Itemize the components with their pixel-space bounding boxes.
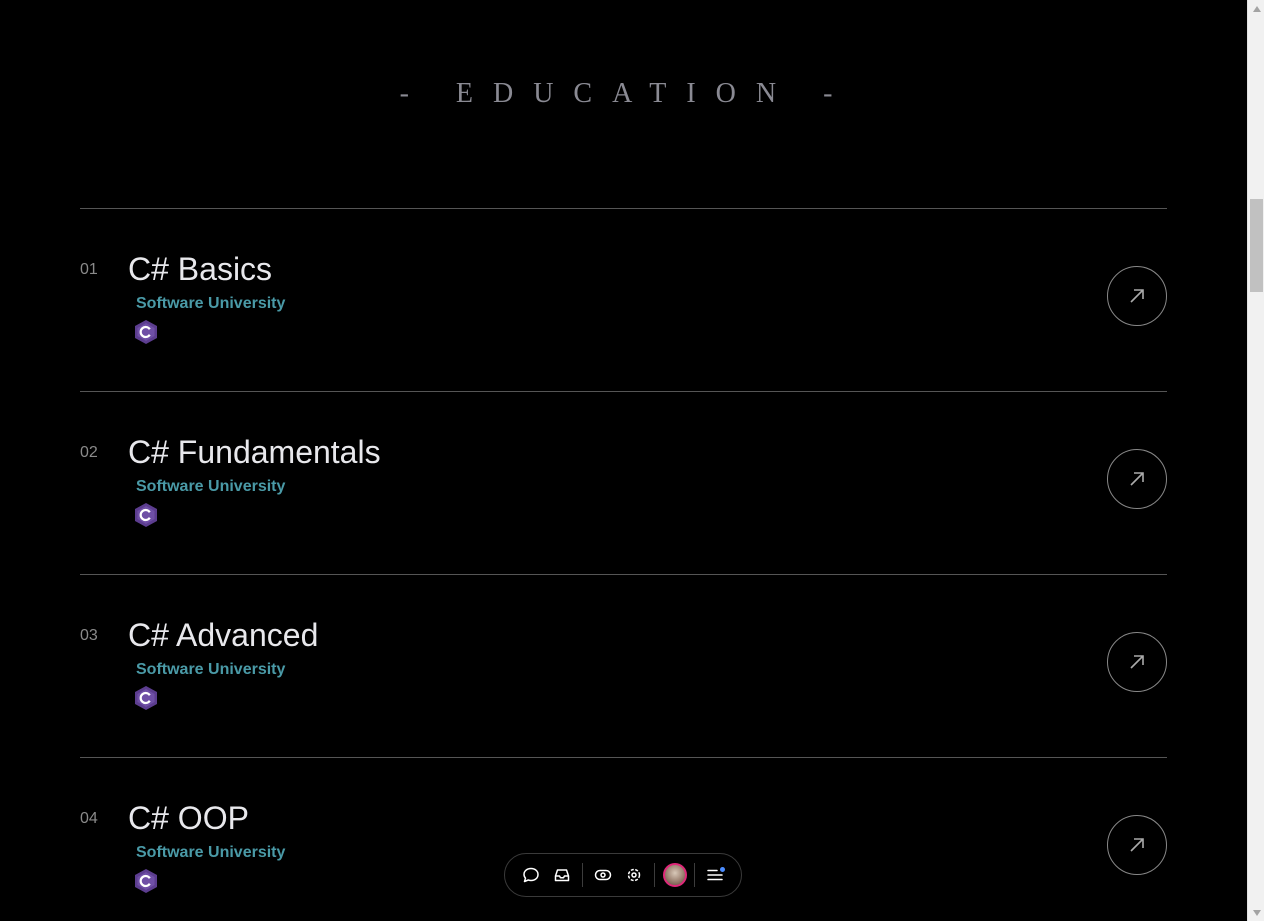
triangle-up-icon xyxy=(1252,5,1261,12)
arrow-up-right-icon xyxy=(1130,838,1144,852)
open-link-button[interactable] xyxy=(1107,449,1167,509)
eye-icon xyxy=(594,869,611,881)
preview-button[interactable] xyxy=(587,859,619,891)
settings-icon xyxy=(627,868,641,882)
open-link-button[interactable] xyxy=(1107,815,1167,875)
csharp-icon xyxy=(135,320,157,344)
arrow-up-right-icon xyxy=(1130,289,1144,303)
notification-dot xyxy=(719,867,725,872)
item-number: 01 xyxy=(80,261,98,278)
csharp-icon xyxy=(135,869,157,893)
inbox-icon xyxy=(555,869,570,882)
item-school: Software University xyxy=(136,661,286,678)
item-school: Software University xyxy=(136,844,286,861)
inbox-button[interactable] xyxy=(547,859,579,891)
open-link-button[interactable] xyxy=(1107,266,1167,326)
scroll-down-button[interactable] xyxy=(1248,904,1264,921)
item-school: Software University xyxy=(136,478,286,495)
toolbar-divider xyxy=(653,863,655,887)
item-number: 03 xyxy=(80,627,98,644)
arrow-up-right-icon xyxy=(1130,655,1144,669)
scrollbar[interactable] xyxy=(1247,0,1264,921)
settings-button[interactable] xyxy=(618,859,650,891)
item-title: C# OOP xyxy=(128,800,249,836)
toolbar-divider xyxy=(694,863,696,887)
page: - EDUCATION - 01 C# Basics Software Univ… xyxy=(0,0,1264,921)
list-item: 02 C# Fundamentals Software University xyxy=(80,391,1167,574)
floating-toolbar xyxy=(504,853,742,897)
item-title: C# Fundamentals xyxy=(128,434,381,470)
item-number: 02 xyxy=(80,444,98,461)
open-link-button[interactable] xyxy=(1107,632,1167,692)
scroll-up-button[interactable] xyxy=(1248,0,1264,17)
scrollbar-thumb[interactable] xyxy=(1250,199,1263,292)
section-title: - EDUCATION - xyxy=(399,78,853,109)
list-item: 03 C# Advanced Software University xyxy=(80,574,1167,757)
item-title: C# Basics xyxy=(128,251,273,287)
csharp-icon xyxy=(135,503,157,527)
avatar xyxy=(662,863,687,887)
profile-button[interactable] xyxy=(659,859,691,891)
menu-button[interactable] xyxy=(699,859,731,891)
item-number: 04 xyxy=(80,810,98,827)
item-title: C# Advanced xyxy=(128,617,319,653)
triangle-down-icon xyxy=(1252,909,1261,916)
comment-icon xyxy=(523,867,539,883)
education-list: 01 C# Basics Software University 02 C# F… xyxy=(80,208,1167,921)
item-school: Software University xyxy=(136,295,286,312)
arrow-up-right-icon xyxy=(1130,472,1144,486)
toolbar-divider xyxy=(582,863,583,887)
comment-button[interactable] xyxy=(515,859,547,891)
csharp-icon xyxy=(135,686,157,710)
list-item: 01 C# Basics Software University xyxy=(80,208,1167,391)
